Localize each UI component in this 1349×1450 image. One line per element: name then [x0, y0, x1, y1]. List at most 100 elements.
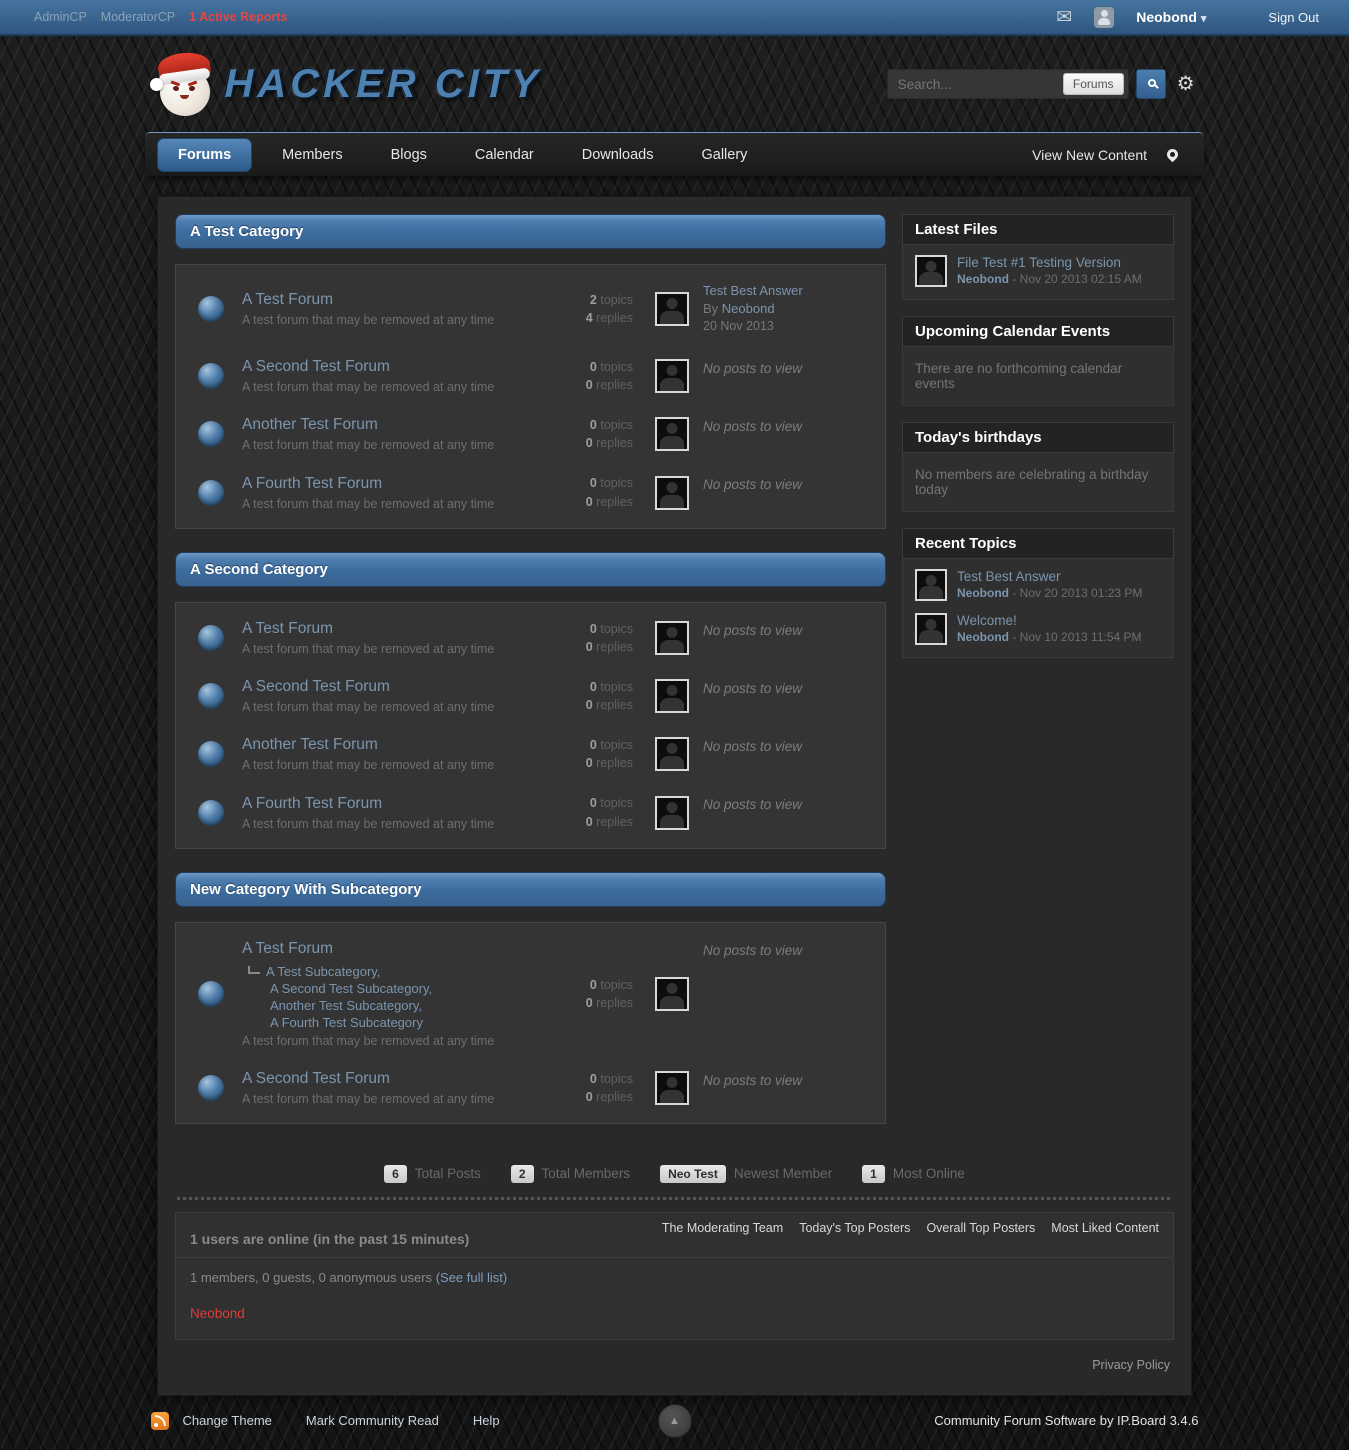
subforum-link[interactable]: A Test Subcategory, — [266, 964, 380, 979]
topic-link[interactable]: Welcome! — [957, 613, 1142, 628]
topics-count: 0 — [589, 796, 597, 811]
replies-count: 0 — [585, 494, 593, 509]
last-poster-avatar[interactable] — [655, 679, 689, 713]
back-to-top-button[interactable]: ▲ — [657, 1403, 692, 1438]
forum-link[interactable]: A Fourth Test Forum — [242, 795, 382, 812]
no-posts-text: No posts to view — [703, 622, 803, 638]
nav-right: View New Content — [1032, 147, 1192, 163]
subforum-link[interactable]: Another Test Subcategory, — [270, 998, 422, 1013]
forum-unread-marker-icon — [198, 479, 224, 506]
tab-forums[interactable]: Forums — [157, 137, 253, 172]
forum-stats: 0 topics 0 replies — [541, 678, 633, 714]
mark-community-read-link[interactable]: Mark Community Read — [306, 1413, 439, 1428]
site-logo[interactable]: HACKER CITY — [149, 49, 542, 116]
forum-link[interactable]: Another Test Forum — [242, 736, 378, 753]
category-header[interactable]: New Category With Subcategory — [175, 871, 886, 907]
last-post-topic-link[interactable]: Test Best Answer — [703, 282, 871, 300]
notifications-icon[interactable] — [1094, 6, 1115, 28]
subforum-link[interactable]: A Second Test Subcategory, — [270, 981, 432, 996]
santa-logo-icon — [149, 49, 215, 116]
avatar[interactable] — [915, 613, 947, 645]
last-poster-avatar[interactable] — [655, 291, 689, 326]
file-link[interactable]: File Test #1 Testing Version — [957, 255, 1142, 270]
search-input[interactable] — [897, 76, 1063, 92]
category-header[interactable]: A Second Category — [175, 551, 886, 587]
most-liked-content-link[interactable]: Most Liked Content — [1051, 1221, 1159, 1235]
category-a-second-category: A Second Category A Test Forum A test fo… — [175, 551, 886, 849]
last-poster-avatar[interactable] — [655, 475, 689, 510]
tab-calendar[interactable]: Calendar — [457, 138, 552, 172]
topic-author-link[interactable]: Neobond — [957, 586, 1009, 600]
sign-out-link[interactable]: Sign Out — [1268, 10, 1319, 25]
forum-unread-marker-icon — [198, 363, 224, 389]
moderatorcp-link[interactable]: ModeratorCP — [101, 10, 175, 24]
forum-link[interactable]: A Second Test Forum — [242, 1070, 390, 1087]
topic-link[interactable]: Test Best Answer — [957, 569, 1142, 584]
last-poster-avatar[interactable] — [655, 1070, 689, 1105]
overall-top-posters-link[interactable]: Overall Top Posters — [926, 1221, 1035, 1235]
last-poster-avatar[interactable] — [655, 620, 689, 655]
tab-members[interactable]: Members — [264, 138, 360, 172]
forum-link[interactable]: A Fourth Test Forum — [242, 475, 382, 492]
last-post-author-link[interactable]: Neobond — [722, 301, 775, 316]
privacy-policy-link[interactable]: Privacy Policy — [1092, 1358, 1170, 1372]
newest-member-value[interactable]: Neo Test — [660, 1164, 726, 1183]
search-icon — [1148, 78, 1157, 87]
messenger-icon[interactable]: ✉ — [1056, 8, 1072, 27]
file-author-link[interactable]: Neobond — [957, 272, 1009, 286]
forum-description: A test forum that may be removed at any … — [242, 438, 495, 453]
topic-author-link[interactable]: Neobond — [957, 630, 1009, 644]
replies-count: 0 — [585, 378, 593, 392]
last-poster-avatar[interactable] — [655, 359, 689, 393]
last-poster-avatar[interactable] — [655, 737, 689, 772]
replies-label: replies — [596, 494, 633, 509]
view-new-content-link[interactable]: View New Content — [1032, 147, 1147, 163]
search-scope-button[interactable]: Forums — [1062, 73, 1124, 95]
location-pin-icon[interactable] — [1164, 146, 1181, 163]
topics-count: 0 — [589, 418, 597, 433]
rss-icon[interactable] — [150, 1411, 169, 1430]
forum-link[interactable]: Another Test Forum — [242, 416, 378, 433]
last-poster-avatar[interactable] — [655, 976, 689, 1011]
forum-link[interactable]: A Test Forum — [242, 620, 333, 637]
see-full-list-link[interactable]: (See full list) — [436, 1270, 508, 1285]
active-reports-link[interactable]: 1 Active Reports — [189, 10, 287, 24]
avatar[interactable] — [915, 569, 947, 601]
subforum-link[interactable]: A Fourth Test Subcategory — [270, 1015, 423, 1030]
forum-link[interactable]: A Second Test Forum — [242, 678, 390, 695]
replies-label: replies — [596, 639, 633, 654]
forum-link[interactable]: A Test Forum — [242, 940, 333, 957]
topics-label: topics — [600, 679, 633, 694]
forum-row: A Second Test Forum A test forum that ma… — [176, 1059, 885, 1117]
forum-unread-marker-icon — [198, 683, 224, 709]
forum-link[interactable]: A Second Test Forum — [242, 358, 390, 375]
tab-blogs[interactable]: Blogs — [373, 138, 445, 172]
topics-count: 0 — [589, 359, 597, 374]
search-box: Forums — [886, 69, 1129, 99]
change-theme-link[interactable]: Change Theme — [183, 1413, 272, 1428]
replies-label: replies — [596, 698, 633, 712]
category-header[interactable]: A Test Category — [175, 214, 886, 249]
moderating-team-link[interactable]: The Moderating Team — [662, 1221, 783, 1235]
admincp-link[interactable]: AdminCP — [34, 10, 87, 24]
online-user-link[interactable]: Neobond — [190, 1306, 245, 1321]
forum-link[interactable]: A Test Forum — [242, 291, 333, 308]
username-menu[interactable]: Neobond ▾ — [1136, 9, 1206, 25]
avatar[interactable] — [915, 255, 947, 287]
forum-unread-marker-icon — [198, 980, 224, 1007]
search-button[interactable] — [1135, 69, 1166, 99]
todays-top-posters-link[interactable]: Today's Top Posters — [799, 1221, 910, 1235]
replies-count: 0 — [585, 698, 593, 712]
forum-stats: 0 topics 0 replies — [541, 1070, 633, 1106]
topics-count: 0 — [589, 621, 597, 636]
gear-icon[interactable]: ⚙ — [1177, 74, 1195, 94]
help-link[interactable]: Help — [473, 1413, 500, 1428]
calendar-events-block: Upcoming Calendar Events There are no fo… — [902, 316, 1174, 406]
tab-gallery[interactable]: Gallery — [683, 138, 765, 172]
topics-count: 0 — [589, 1071, 597, 1086]
last-poster-avatar[interactable] — [655, 417, 689, 452]
last-poster-avatar[interactable] — [655, 795, 689, 830]
forum-row: A Test Forum A test forum that may be re… — [176, 271, 885, 347]
replies-count: 0 — [585, 436, 593, 451]
tab-downloads[interactable]: Downloads — [564, 138, 672, 172]
